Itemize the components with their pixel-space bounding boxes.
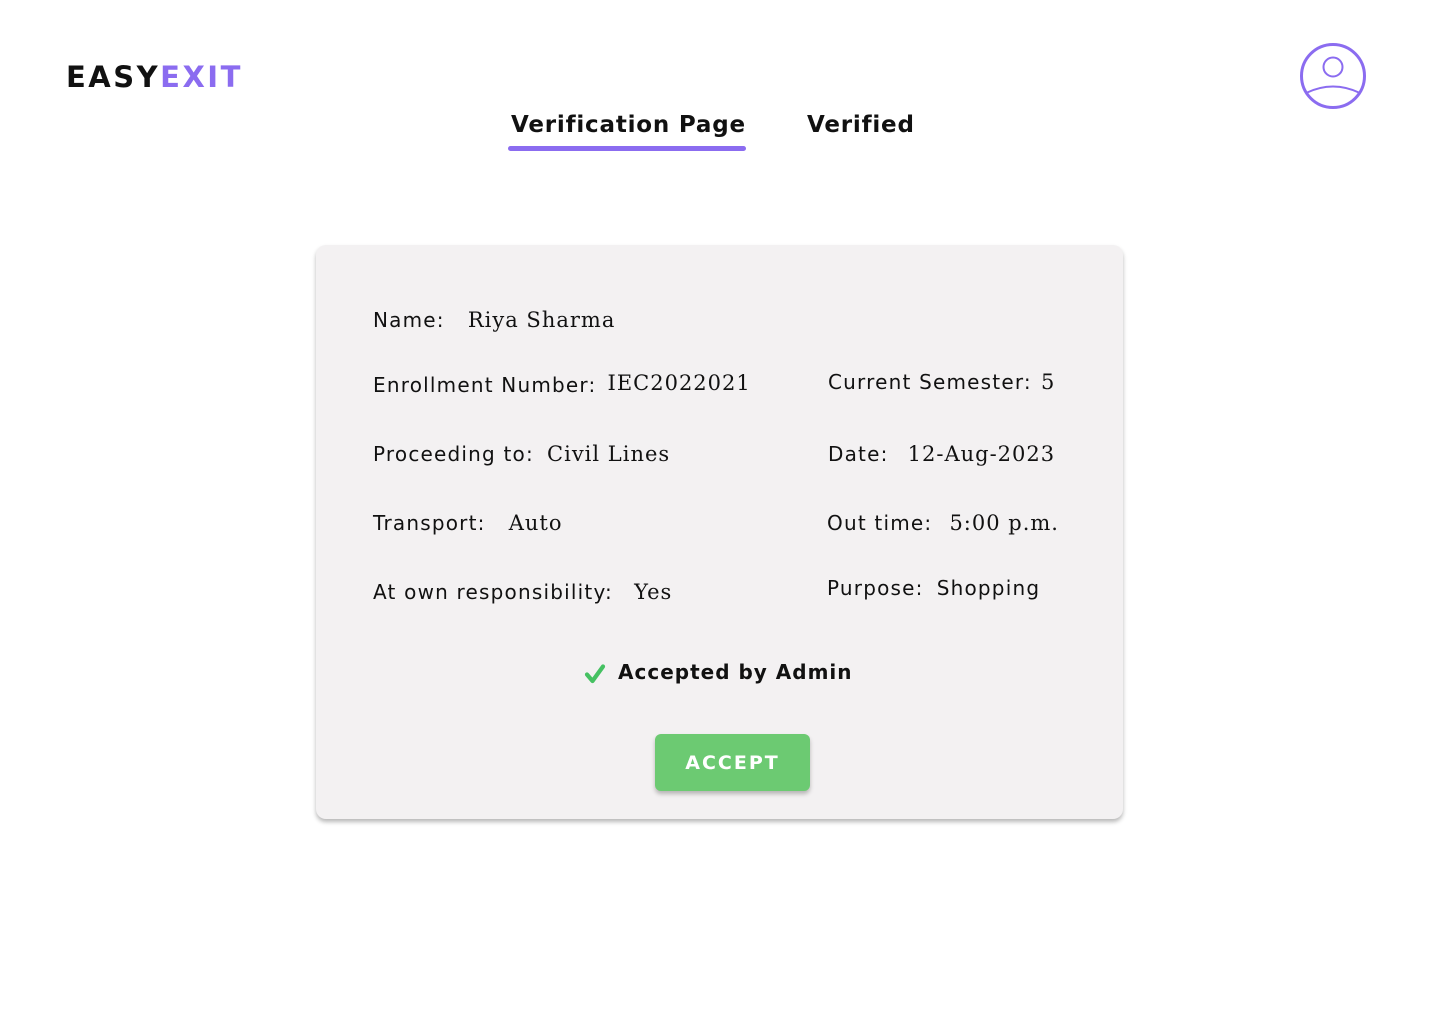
enrollment-field: Enrollment Number: IEC2022021 (373, 370, 751, 402)
purpose-value: Shopping (936, 576, 1041, 600)
user-circle-icon (1300, 43, 1366, 109)
date-label: Date: (828, 442, 889, 466)
app-logo[interactable]: EASYEXIT (66, 58, 243, 96)
transport-label: Transport: (373, 511, 486, 535)
tab-verified[interactable]: Verified (807, 108, 915, 142)
approval-status: Accepted by Admin (584, 655, 853, 689)
name-field: Name: Riya Sharma (373, 305, 615, 337)
semester-field: Current Semester: 5 (828, 367, 1055, 399)
tab-verification-page[interactable]: Verification Page (511, 108, 746, 142)
page: EASYEXIT Verification Page Verified Name… (0, 0, 1440, 1024)
tab-bar: Verification Page Verified (0, 108, 1440, 158)
out-time-label: Out time: (827, 511, 933, 535)
transport-field: Transport: Auto (373, 508, 562, 540)
exit-request-card: Name: Riya Sharma Enrollment Number: IEC… (316, 245, 1123, 819)
status-text: Accepted by Admin (618, 660, 853, 684)
proceeding-value: Civil Lines (547, 442, 671, 466)
check-icon (584, 664, 606, 684)
proceeding-field: Proceeding to: Civil Lines (373, 439, 670, 471)
name-label: Name: (373, 308, 445, 332)
purpose-field: Purpose: Shopping (827, 573, 1040, 605)
active-tab-indicator (508, 146, 746, 151)
name-value: Riya Sharma (467, 308, 616, 332)
enrollment-value: IEC2022021 (607, 371, 751, 395)
accept-button[interactable]: ACCEPT (655, 734, 810, 791)
user-avatar-button[interactable] (1300, 43, 1366, 109)
date-field: Date: 12-Aug-2023 (828, 439, 1055, 471)
out-time-field: Out time: 5:00 p.m. (827, 508, 1059, 540)
proceeding-label: Proceeding to: (373, 442, 534, 466)
enrollment-label: Enrollment Number: (373, 373, 597, 397)
responsibility-field: At own responsibility: Yes (373, 577, 672, 609)
out-time-value: 5:00 p.m. (949, 511, 1059, 535)
purpose-label: Purpose: (827, 576, 924, 600)
date-value: 12-Aug-2023 (907, 442, 1056, 466)
responsibility-value: Yes (634, 580, 673, 604)
semester-label: Current Semester: (828, 370, 1032, 394)
responsibility-label: At own responsibility: (373, 580, 613, 604)
transport-value: Auto (508, 511, 563, 535)
logo-text-exit: EXIT (160, 60, 243, 94)
semester-value: 5 (1040, 370, 1056, 394)
logo-text-easy: EASY (66, 60, 161, 94)
